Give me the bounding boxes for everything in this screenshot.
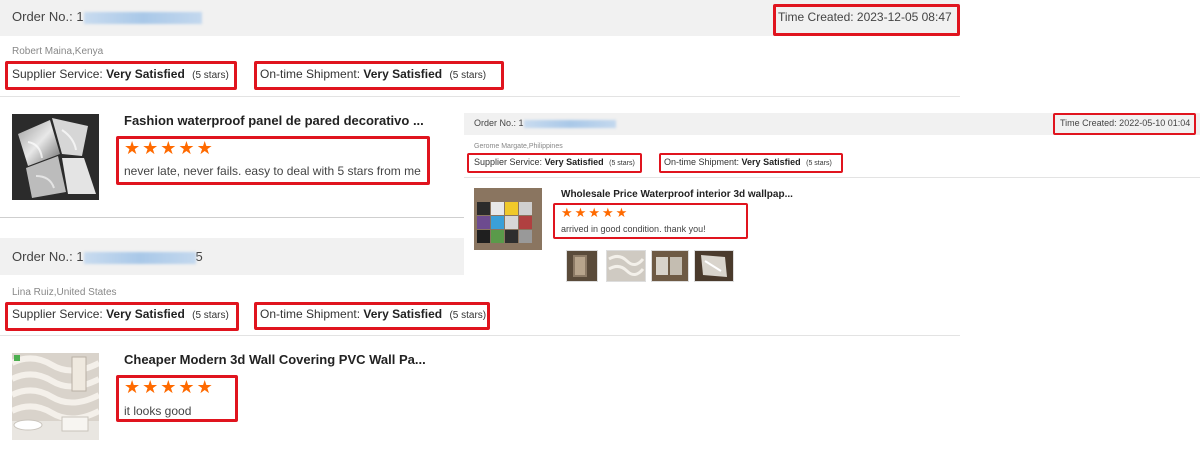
review-photo[interactable] [694,250,734,282]
highlight-time-created [1053,113,1196,135]
highlight-shipment [254,302,490,330]
divider [0,217,464,218]
highlight-rating-comment [116,375,238,422]
divider [464,177,1200,178]
highlight-shipment [659,153,843,173]
highlight-shipment [254,61,504,90]
divider [0,96,960,97]
order-prefix: 1 [76,9,84,24]
order-label: Order No.: [12,9,73,24]
divider [0,335,960,336]
highlight-supplier [5,302,239,331]
review3-product-title[interactable]: Wholesale Price Waterproof interior 3d w… [561,189,793,200]
redacted-order-id [83,251,196,264]
review1-order-number: Order No.: 1 [12,9,202,24]
highlight-rating-comment [116,136,430,185]
product-image[interactable] [474,188,542,250]
product-image[interactable] [12,114,99,200]
order-label: Order No.: [474,118,517,128]
review3-reviewer: Gerome Margate,Philippines [474,143,563,150]
review3-order-number: Order No.: 1 [474,118,616,128]
review2-order-number: Order No.: 1 5 [12,249,203,264]
order-prefix: 1 [76,249,84,264]
review-photo[interactable] [606,250,646,282]
highlight-supplier [467,153,642,173]
review1-product-title[interactable]: Fashion waterproof panel de pared decora… [124,113,424,128]
review-photo[interactable] [651,250,689,282]
highlight-supplier [5,61,237,90]
order-label: Order No.: [12,249,73,264]
highlight-rating-comment [553,203,748,239]
review2-reviewer: Lina Ruiz,United States [12,287,117,298]
redacted-order-id [83,11,202,24]
highlight-time-created [773,4,960,36]
product-image[interactable] [12,353,99,440]
review2-product-title[interactable]: Cheaper Modern 3d Wall Covering PVC Wall… [124,352,426,367]
review1-reviewer: Robert Maina,Kenya [12,46,104,57]
order-suffix: 5 [195,249,203,264]
review-photo[interactable] [566,250,598,282]
redacted-order-id [523,119,616,128]
